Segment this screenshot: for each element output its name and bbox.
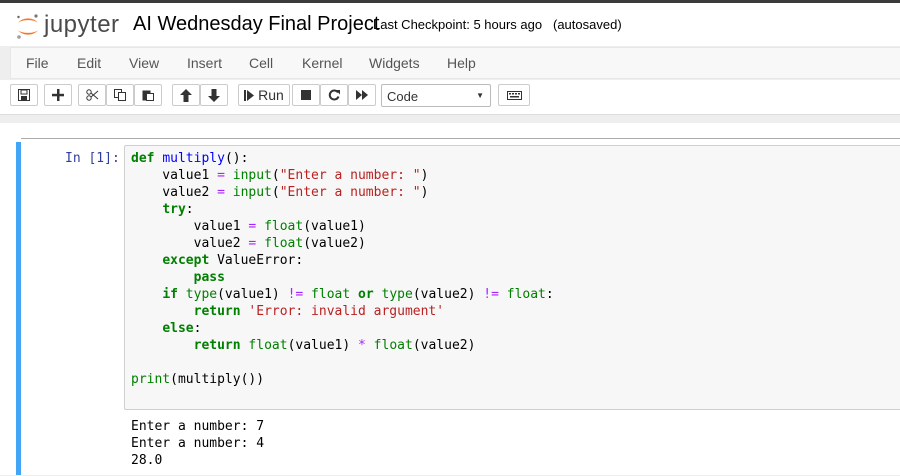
output-line-2: Enter a number: 4 [131, 436, 265, 451]
arrow-down-icon [208, 88, 220, 102]
cut-button[interactable] [78, 84, 106, 106]
output-line-1: Enter a number: 7 [131, 419, 265, 434]
code-line-4: try: [162, 202, 194, 217]
move-down-button[interactable] [200, 84, 228, 106]
stop-icon [301, 90, 311, 100]
menu-view[interactable]: View [129, 55, 159, 71]
code-line-8: pass [193, 270, 225, 285]
logo-text[interactable]: jupyter [44, 11, 120, 39]
paste-button[interactable] [134, 84, 162, 106]
input-prompt: In [1]: [65, 151, 120, 166]
code-line-1: def multiply(): [131, 151, 249, 166]
menu-file[interactable]: File [26, 55, 49, 71]
save-icon [18, 89, 30, 101]
notebook-title[interactable]: AI Wednesday Final Project [133, 13, 379, 36]
header: jupyter AI Wednesday Final Project Last … [0, 3, 900, 46]
toolbar-divider [0, 114, 900, 115]
menu-widgets[interactable]: Widgets [369, 55, 420, 71]
restart-kernel-button[interactable] [320, 84, 348, 106]
interrupt-kernel-button[interactable] [292, 84, 320, 106]
autosave-status: (autosaved) [553, 17, 622, 32]
menu-help[interactable]: Help [447, 55, 476, 71]
code-line-10: return 'Error: invalid argument' [193, 304, 445, 319]
code-line-2: value1 = input("Enter a number: ") [131, 168, 429, 183]
arrow-up-icon [180, 88, 192, 102]
cut-icon [85, 89, 98, 101]
move-up-button[interactable] [172, 84, 200, 106]
keyboard-icon [506, 90, 522, 100]
plus-icon [52, 89, 64, 101]
code-line-5: value1 = float(value1) [131, 219, 366, 234]
checkpoint-status: Last Checkpoint: 5 hours ago [373, 17, 543, 32]
jupyter-logo[interactable] [14, 12, 42, 40]
code-line-12: return float(value1) * float(value2) [193, 338, 476, 353]
paste-icon [142, 90, 154, 101]
output-line-3: 28.0 [131, 453, 163, 468]
menu-cell[interactable]: Cell [249, 55, 273, 71]
code-line-11: else: [162, 321, 202, 336]
code-line-14: print(multiply()) [131, 372, 265, 387]
restart-run-all-button[interactable] [348, 84, 376, 106]
menu-edit[interactable]: Edit [77, 55, 101, 71]
toolbar: Run Code ▼ [0, 80, 900, 114]
code-line-6: value2 = float(value2) [131, 236, 366, 251]
chevron-down-icon: ▼ [476, 91, 484, 100]
menu-kernel[interactable]: Kernel [302, 55, 342, 71]
save-button[interactable] [10, 84, 38, 106]
code-line-3: value2 = input("Enter a number: ") [131, 185, 429, 200]
insert-cell-button[interactable] [44, 84, 72, 106]
copy-button[interactable] [106, 84, 134, 106]
code-line-9: if type(value1) != float or type(value2)… [162, 287, 554, 302]
run-label: Run [258, 87, 284, 103]
menubar: File Edit View Insert Cell Kernel Widget… [10, 47, 900, 79]
command-palette-button[interactable] [498, 84, 530, 106]
step-forward-icon [244, 89, 255, 101]
menu-insert[interactable]: Insert [187, 55, 222, 71]
cell-type-value: Code [387, 89, 419, 104]
restart-icon [328, 89, 340, 101]
run-button[interactable]: Run [238, 84, 290, 106]
fast-forward-icon [355, 90, 368, 100]
copy-icon [114, 89, 126, 101]
selected-cell-indicator [16, 142, 21, 475]
cell-type-select[interactable]: Code ▼ [381, 84, 491, 107]
code-line-7: except ValueError: [162, 253, 304, 268]
